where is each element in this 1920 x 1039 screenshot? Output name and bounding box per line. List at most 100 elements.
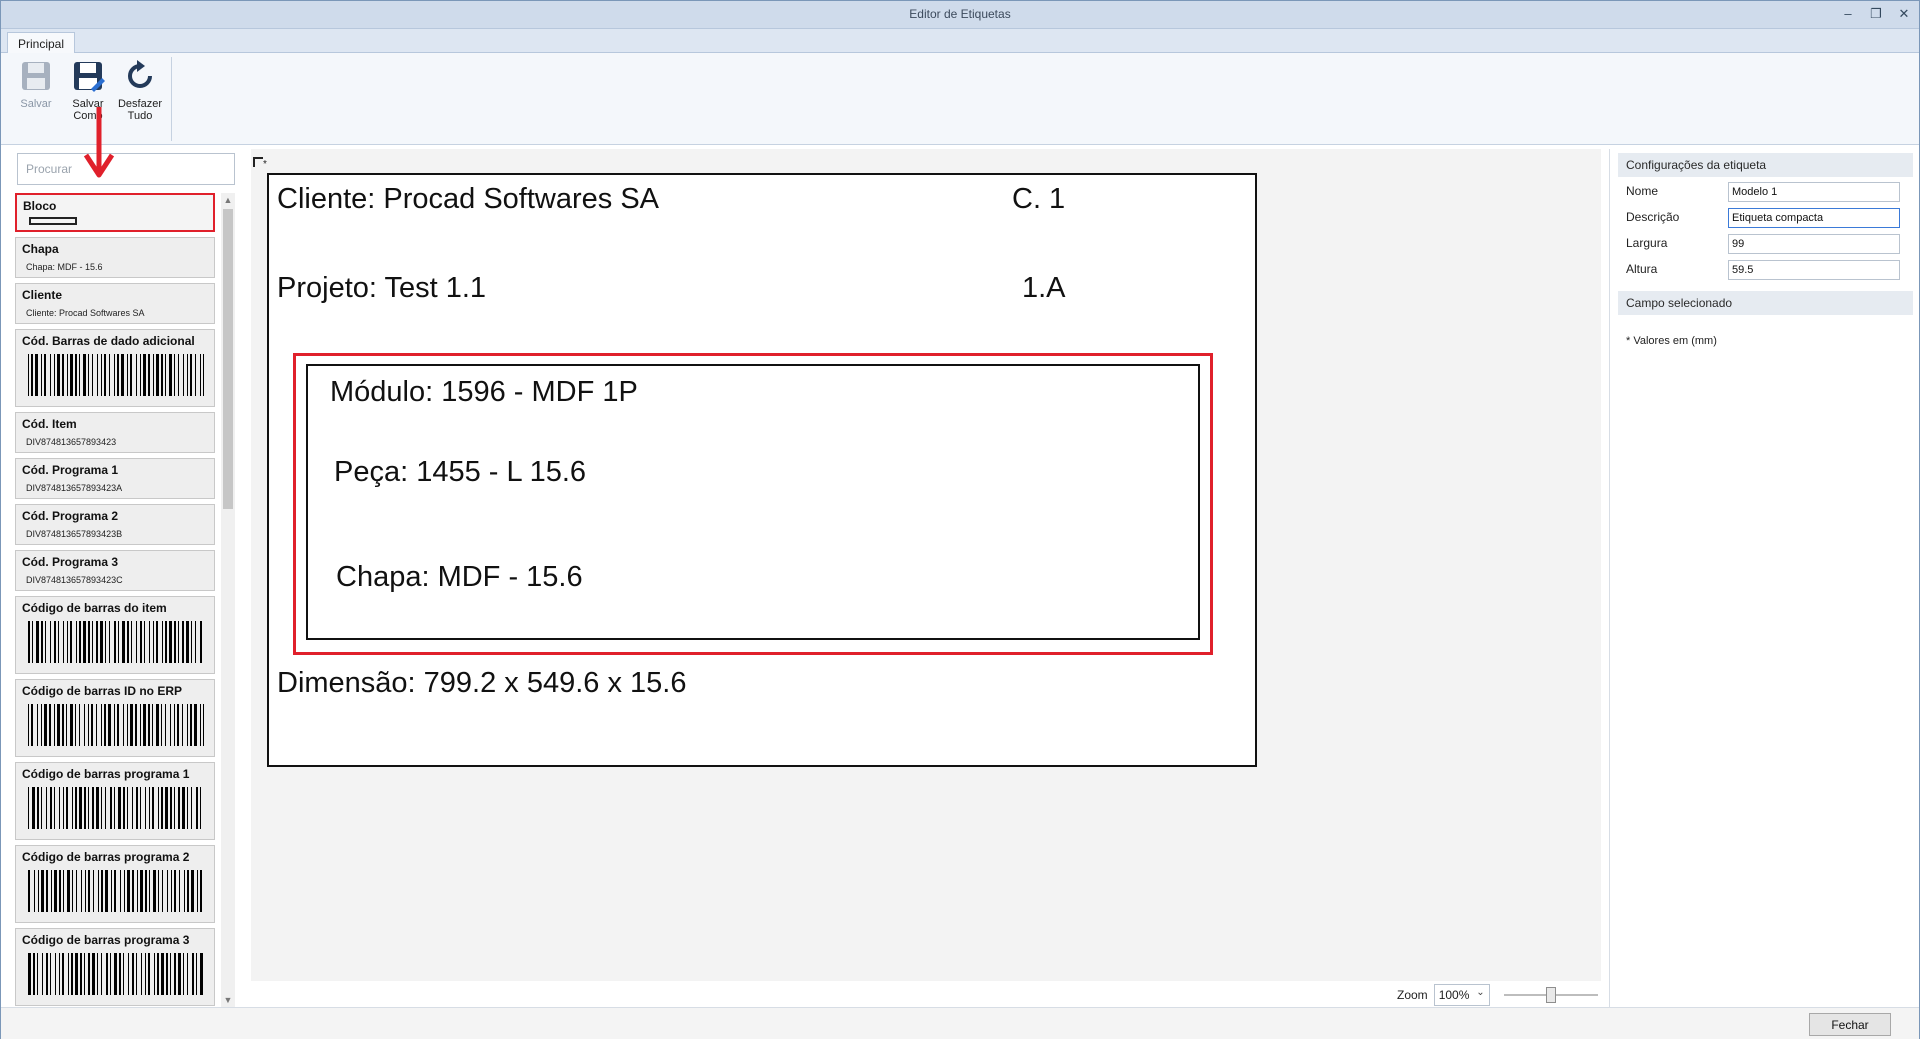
largura-field[interactable] bbox=[1728, 234, 1900, 254]
nome-label: Nome bbox=[1626, 184, 1659, 198]
window-title: Editor de Etiquetas bbox=[909, 7, 1011, 21]
search-input[interactable] bbox=[17, 153, 235, 185]
label-field-1a[interactable]: 1.A bbox=[1022, 272, 1066, 305]
close-icon[interactable]: ✕ bbox=[1895, 5, 1913, 23]
zoom-value: 100% bbox=[1438, 988, 1470, 1002]
list-item-title: Cód. Programa 2 bbox=[22, 509, 119, 523]
list-item[interactable]: Cód. Programa 3 DIV874813657893423C bbox=[15, 550, 215, 591]
origin-asterisk: * bbox=[263, 159, 267, 170]
close-button[interactable]: Fechar bbox=[1809, 1013, 1891, 1036]
zoom-control: Zoom 100% ⌄ bbox=[1397, 984, 1598, 1006]
save-icon bbox=[22, 62, 50, 90]
ribbon: Salvar Salvar Como Desfazer Tudo bbox=[1, 53, 1919, 145]
label-field-chapa[interactable]: Chapa: MDF - 15.6 bbox=[336, 561, 583, 594]
selected-field-header: Campo selecionado bbox=[1618, 291, 1913, 315]
list-item[interactable]: Código de barras programa 1 bbox=[15, 762, 215, 840]
zoom-slider-thumb[interactable] bbox=[1545, 987, 1556, 1003]
list-item-title: Bloco bbox=[23, 199, 57, 213]
label-field-projeto[interactable]: Projeto: Test 1.1 bbox=[277, 272, 486, 305]
list-item[interactable]: Cliente Cliente: Procad Softwares SA bbox=[15, 283, 215, 324]
chevron-down-icon: ⌄ bbox=[1476, 987, 1485, 998]
undo-all-label-2: Tudo bbox=[127, 110, 153, 122]
undo-all-label-1: Desfazer bbox=[117, 98, 163, 110]
field-list: Bloco Chapa Chapa: MDF - 15.6 Cliente Client… bbox=[15, 193, 217, 1007]
list-item-sample: DIV874813657893423C bbox=[26, 575, 123, 585]
list-item-title: Código de barras programa 3 bbox=[22, 933, 190, 947]
restore-icon[interactable]: ❐ bbox=[1867, 5, 1885, 23]
list-item[interactable]: Cód. Barras de dado adicional bbox=[15, 329, 215, 407]
largura-label: Largura bbox=[1626, 236, 1668, 250]
altura-field[interactable] bbox=[1728, 260, 1900, 280]
save-button[interactable]: Salvar bbox=[9, 59, 63, 110]
barcode-icon bbox=[28, 953, 203, 995]
list-item[interactable]: Código de barras programa 3 bbox=[15, 928, 215, 1006]
label-canvas[interactable]: * Cliente: Procad Softwares SA C. 1 Proj… bbox=[251, 149, 1601, 981]
label-field-cliente[interactable]: Cliente: Procad Softwares SA bbox=[277, 183, 659, 216]
label-field-dimensao[interactable]: Dimensão: 799.2 x 549.6 x 15.6 bbox=[277, 667, 686, 700]
save-label: Salvar bbox=[20, 98, 52, 110]
barcode-icon bbox=[28, 354, 205, 396]
list-item-title: Chapa bbox=[22, 242, 59, 256]
minimize-icon[interactable]: – bbox=[1839, 5, 1857, 23]
list-item[interactable]: Chapa Chapa: MDF - 15.6 bbox=[15, 237, 215, 278]
field-list-scrollbar[interactable]: ▲ ▼ bbox=[221, 193, 235, 1007]
list-item[interactable]: Cód. Programa 2 DIV874813657893423B bbox=[15, 504, 215, 545]
zoom-slider[interactable] bbox=[1503, 984, 1598, 1006]
label-preview[interactable]: Cliente: Procad Softwares SA C. 1 Projet… bbox=[267, 173, 1257, 767]
title-bar: Editor de Etiquetas – ❐ ✕ bbox=[1, 1, 1919, 29]
red-arrow-annotation-icon bbox=[83, 107, 115, 178]
origin-corner-icon bbox=[253, 157, 263, 167]
zoom-label: Zoom bbox=[1397, 988, 1428, 1002]
list-item[interactable]: Cód. Programa 1 DIV874813657893423A bbox=[15, 458, 215, 499]
list-item[interactable]: Código de barras ID no ERP bbox=[15, 679, 215, 757]
list-item-title: Cód. Programa 3 bbox=[22, 555, 119, 569]
list-item-title: Cód. Programa 1 bbox=[22, 463, 119, 477]
tab-principal[interactable]: Principal bbox=[7, 32, 76, 54]
units-note: * Valores em (mm) bbox=[1626, 335, 1717, 347]
barcode-icon bbox=[28, 787, 201, 829]
barcode-icon bbox=[28, 621, 202, 663]
list-item[interactable]: Código de barras do item bbox=[15, 596, 215, 674]
scroll-thumb[interactable] bbox=[223, 209, 233, 509]
zoom-select[interactable]: 100% ⌄ bbox=[1433, 984, 1490, 1006]
list-item-sample: DIV874813657893423A bbox=[26, 483, 123, 493]
config-section-header: Configurações da etiqueta bbox=[1618, 153, 1913, 177]
ribbon-tab-strip: Principal bbox=[1, 29, 1919, 54]
undo-all-button[interactable]: Desfazer Tudo bbox=[113, 59, 167, 122]
list-item[interactable]: Cód. Item DIV874813657893423 bbox=[15, 412, 215, 453]
block-preview-icon bbox=[29, 217, 77, 225]
origin-marker: * bbox=[253, 157, 267, 170]
list-item[interactable]: Bloco bbox=[15, 193, 215, 232]
field-palette: BlocoChapaChapa: MDF - 15.6ClienteClient… bbox=[11, 149, 241, 1007]
list-item-sample: DIV874813657893423B bbox=[26, 529, 123, 539]
list-item-title: Cód. Item bbox=[22, 417, 77, 431]
list-item-title: Código de barras programa 2 bbox=[22, 850, 190, 864]
scroll-down-icon[interactable]: ▼ bbox=[221, 993, 235, 1007]
list-item-title: Código de barras programa 1 bbox=[22, 767, 190, 781]
scroll-up-icon[interactable]: ▲ bbox=[221, 193, 235, 207]
label-field-c1[interactable]: C. 1 bbox=[1012, 183, 1065, 216]
descricao-label: Descrição bbox=[1626, 210, 1680, 224]
undo-all-icon bbox=[128, 60, 152, 88]
barcode-icon bbox=[28, 704, 205, 746]
label-block[interactable]: Módulo: 1596 - MDF 1P Peça: 1455 - L 15.… bbox=[306, 364, 1200, 640]
app-window: Editor de Etiquetas – ❐ ✕ Principal Salv… bbox=[0, 0, 1920, 1039]
list-item-sample: Cliente: Procad Softwares SA bbox=[26, 308, 145, 318]
list-item-sample: Chapa: MDF - 15.6 bbox=[26, 262, 103, 272]
window-controls: – ❐ ✕ bbox=[1839, 5, 1913, 23]
list-item-sample: DIV874813657893423 bbox=[26, 437, 117, 447]
altura-label: Altura bbox=[1626, 262, 1658, 276]
list-item[interactable]: Código de barras programa 2 bbox=[15, 845, 215, 923]
properties-panel: Configurações da etiqueta Nome Descrição… bbox=[1609, 149, 1917, 1007]
list-item-title: Cliente bbox=[22, 288, 63, 302]
selection-highlight: Módulo: 1596 - MDF 1P Peça: 1455 - L 15.… bbox=[293, 353, 1213, 655]
barcode-icon bbox=[28, 870, 202, 912]
label-field-modulo[interactable]: Módulo: 1596 - MDF 1P bbox=[330, 376, 638, 409]
label-field-peca[interactable]: Peça: 1455 - L 15.6 bbox=[334, 456, 586, 489]
list-item-title: Cód. Barras de dado adicional bbox=[22, 334, 195, 348]
descricao-field[interactable] bbox=[1728, 208, 1900, 228]
save-as-icon bbox=[74, 62, 105, 92]
nome-field[interactable] bbox=[1728, 182, 1900, 202]
list-item-title: Código de barras do item bbox=[22, 601, 167, 615]
list-item-title: Código de barras ID no ERP bbox=[22, 684, 183, 698]
